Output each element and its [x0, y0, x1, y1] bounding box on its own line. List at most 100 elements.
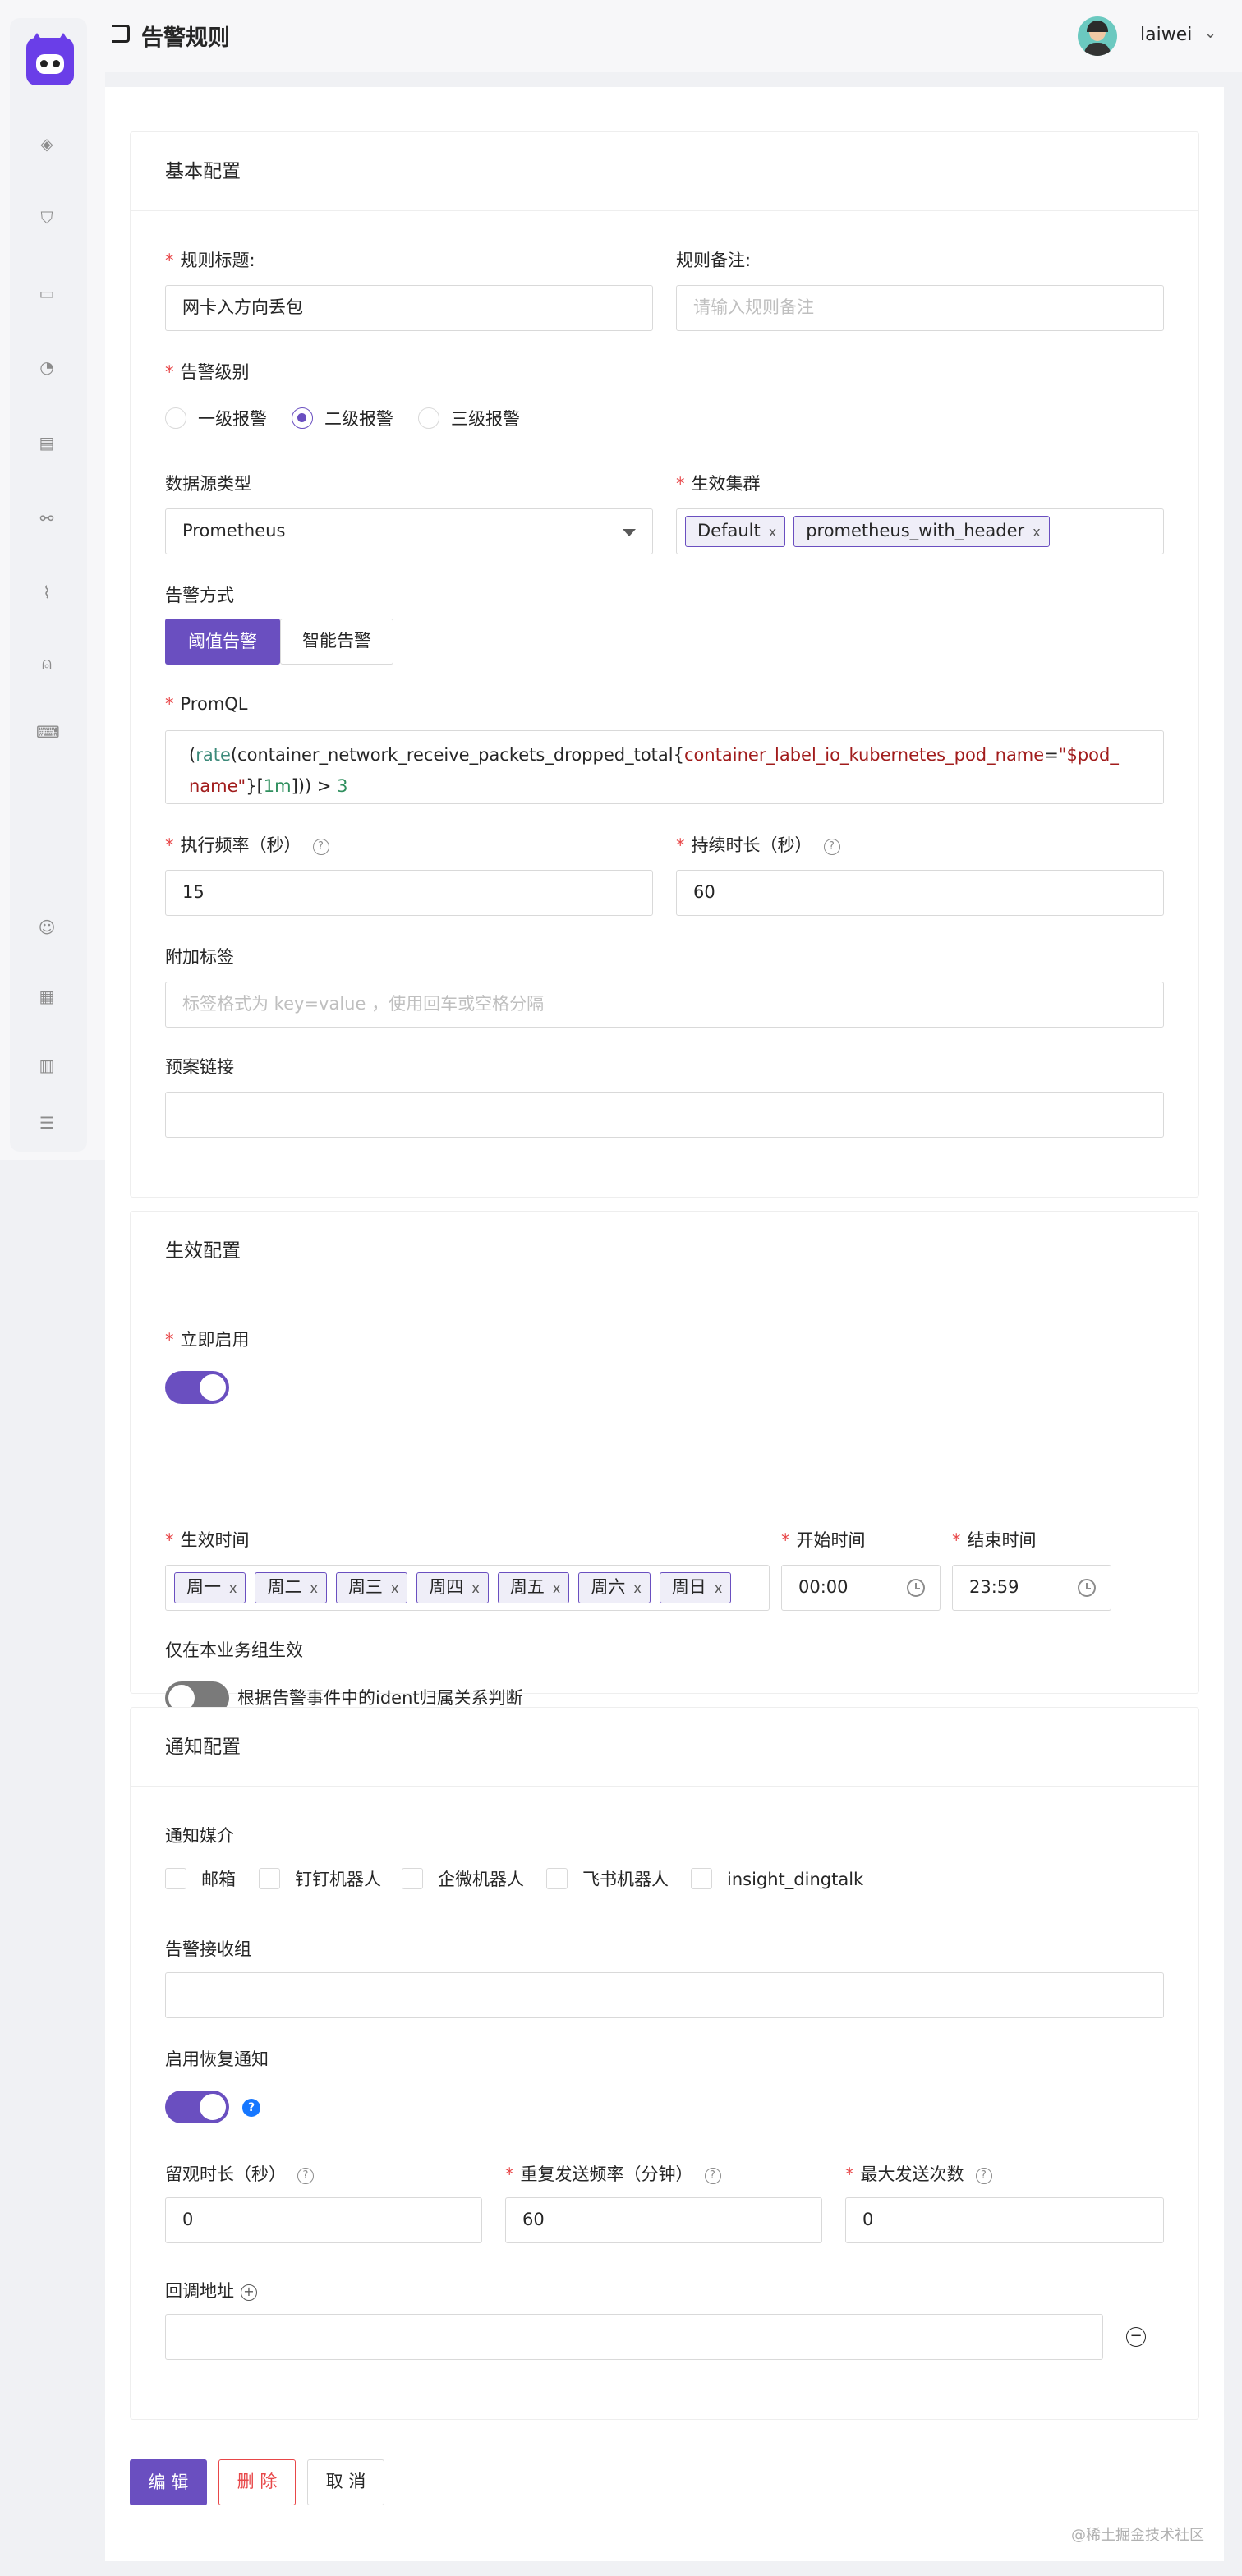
time-label: * 生效时间 [165, 1530, 250, 1550]
receivers-select[interactable] [165, 1972, 1164, 2018]
user-icon[interactable]: ☺ [36, 917, 58, 938]
repeat-input[interactable]: 60 [505, 2197, 822, 2243]
help-icon[interactable]: ? [823, 839, 840, 855]
alarm-icon[interactable]: ⍝ [36, 652, 58, 674]
close-icon[interactable]: x [472, 1580, 479, 1596]
close-icon[interactable]: x [553, 1580, 560, 1596]
help-icon[interactable]: ? [242, 2099, 260, 2117]
smart-mode-button[interactable]: 智能告警 [280, 619, 393, 665]
close-icon[interactable]: x [310, 1580, 317, 1596]
clock-icon [1078, 1579, 1096, 1597]
severity-radio-1[interactable]: 一级报警 [165, 407, 267, 431]
effective-config-section: 生效配置 * 立即启用 * 生效时间 周一 x 周二 x 周三 x 周四 x 周五 x 周六 x 周日 x *… [130, 1211, 1199, 1714]
threshold-mode-button[interactable]: 阈值告警 [165, 619, 280, 665]
section-title: 生效配置 [131, 1212, 1198, 1290]
help-icon[interactable]: ? [704, 2168, 721, 2184]
delete-button[interactable]: 删 除 [218, 2459, 296, 2505]
recovery-toggle[interactable] [165, 2091, 229, 2123]
cluster-tag: Default x [685, 516, 786, 547]
duration-input[interactable]: 60 [676, 870, 1164, 916]
channel-checkbox-dingtalk[interactable]: 钉钉机器人 [259, 1867, 381, 1892]
rule-note-label: 规则备注: [676, 251, 752, 270]
promql-editor[interactable]: (rate(container_network_receive_packets_… [165, 730, 1164, 804]
diamond-icon[interactable]: ◈ [36, 133, 58, 154]
cluster-select[interactable]: Default x prometheus_with_header x [676, 508, 1164, 554]
server-icon[interactable]: ▤ [36, 432, 58, 453]
page-title: 告警规则 [141, 25, 230, 51]
chevron-down-icon[interactable]: ⌄ [1204, 25, 1217, 42]
severity-radio-3[interactable]: 三级报警 [418, 407, 520, 431]
datasource-label: 数据源类型 [165, 474, 251, 494]
mode-label: 告警方式 [165, 586, 234, 605]
help-icon[interactable]: ? [297, 2168, 314, 2184]
back-icon[interactable] [112, 25, 130, 43]
remove-circle-icon[interactable]: − [1126, 2327, 1146, 2347]
callback-label: 回调地址 + [165, 2278, 257, 2302]
rule-title-input[interactable]: 网卡入方向丢包 [165, 285, 653, 331]
close-icon[interactable]: x [633, 1580, 641, 1596]
close-icon[interactable]: x [229, 1580, 237, 1596]
recovery-label: 启用恢复通知 [165, 2049, 269, 2069]
link-icon[interactable]: ⚯ [36, 508, 58, 529]
help-icon[interactable]: ? [975, 2168, 992, 2184]
day-tag: 周六 x [578, 1572, 651, 1603]
edit-button[interactable]: 编 辑 [130, 2459, 207, 2505]
extra-tags-label: 附加标签 [165, 947, 234, 967]
rule-note-input[interactable]: 请输入规则备注 [676, 285, 1164, 331]
calendar-icon[interactable]: ▥ [36, 1055, 58, 1076]
freq-label: * 执行频率（秒）? [165, 832, 329, 857]
severity-radio-2[interactable]: 二级报警 [292, 407, 393, 431]
repeat-label: * 重复发送频率（分钟）? [505, 2161, 721, 2186]
day-tag: 周四 x [416, 1572, 489, 1603]
duration-label: * 持续时长（秒）? [676, 832, 840, 857]
enable-toggle[interactable] [165, 1371, 229, 1404]
rule-title-label: * 规则标题: [165, 251, 255, 270]
watermark: @稀土掘金技术社区 [1071, 2527, 1204, 2544]
max-send-input[interactable]: 0 [845, 2197, 1164, 2243]
end-time-picker[interactable]: 23:59 [952, 1565, 1111, 1611]
days-select[interactable]: 周一 x 周二 x 周三 x 周四 x 周五 x 周六 x 周日 x [165, 1565, 770, 1611]
datasource-select[interactable]: Prometheus [165, 508, 653, 554]
cluster-tag: prometheus_with_header x [794, 516, 1050, 547]
clock-icon [907, 1579, 925, 1597]
freq-input[interactable]: 15 [165, 870, 653, 916]
runbook-input[interactable] [165, 1092, 1164, 1138]
max-send-label: * 最大发送次数? [845, 2161, 992, 2186]
channels-label: 通知媒介 [165, 1826, 234, 1846]
close-icon[interactable]: x [769, 524, 776, 540]
runbook-label: 预案链接 [165, 1057, 234, 1077]
terminal-icon[interactable]: ⌨ [36, 721, 60, 743]
username[interactable]: laiwei [1140, 25, 1192, 45]
cluster-label: * 生效集群 [676, 474, 761, 494]
shield-icon[interactable]: ⛉ [36, 207, 58, 228]
add-circle-icon[interactable]: + [241, 2284, 257, 2301]
extra-tags-input[interactable]: 标签格式为 key=value ，使用回车或空格分隔 [165, 982, 1164, 1028]
observe-input[interactable]: 0 [165, 2197, 482, 2243]
basic-config-section: 基本配置 * 规则标题: 网卡入方向丢包 规则备注: 请输入规则备注 * 告警级别 … [130, 131, 1199, 1198]
channel-checkbox-email[interactable]: 邮箱 [165, 1867, 236, 1892]
menu-collapse-icon[interactable]: ☰ [36, 1112, 58, 1134]
close-icon[interactable]: x [1033, 524, 1040, 540]
observe-label: 留观时长（秒）? [165, 2161, 314, 2186]
close-icon[interactable]: x [715, 1580, 722, 1596]
day-tag: 周日 x [659, 1572, 732, 1603]
channel-checkbox-feishu[interactable]: 飞书机器人 [546, 1867, 669, 1892]
monitor-icon[interactable]: ▭ [36, 283, 58, 304]
callback-input[interactable] [165, 2314, 1103, 2360]
channel-checkbox-wecom[interactable]: 企微机器人 [402, 1867, 524, 1892]
channel-checkbox-insight[interactable]: insight_dingtalk [691, 1867, 863, 1892]
logo-icon[interactable] [26, 33, 74, 85]
close-icon[interactable]: x [391, 1580, 398, 1596]
start-time-label: * 开始时间 [781, 1530, 866, 1550]
cancel-button[interactable]: 取 消 [307, 2459, 384, 2505]
dashboard-icon[interactable]: ◔ [36, 356, 58, 378]
sidebar: ◈ ⛉ ▭ ◔ ▤ ⚯ ⌇ ⍝ ⌨ ☺ ▦ ▥ ☰ [0, 0, 105, 1160]
avatar[interactable] [1078, 16, 1117, 56]
apps-icon[interactable]: ▦ [36, 986, 58, 1007]
end-time-label: * 结束时间 [952, 1530, 1037, 1550]
start-time-picker[interactable]: 00:00 [781, 1565, 941, 1611]
help-icon[interactable]: ? [312, 839, 329, 855]
day-tag: 周二 x [255, 1572, 327, 1603]
notify-config-section: 通知配置 通知媒介 邮箱 钉钉机器人 企微机器人 飞书机器人 insight_d… [130, 1707, 1199, 2420]
chart-icon[interactable]: ⌇ [36, 582, 58, 603]
